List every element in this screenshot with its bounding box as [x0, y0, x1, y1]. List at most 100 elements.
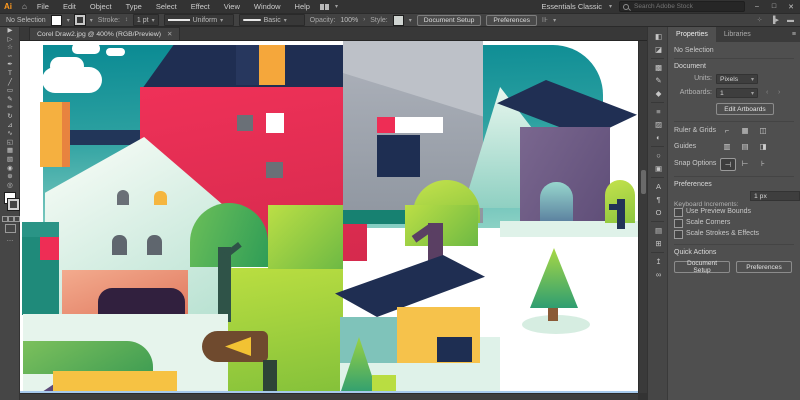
snap-to-pixel-icon[interactable]: ⊢: [738, 158, 752, 169]
pencil-tool[interactable]: ✏: [0, 104, 20, 113]
fill-color-swatch[interactable]: [51, 15, 62, 26]
close-button[interactable]: ✕: [786, 3, 796, 11]
style-swatch[interactable]: [393, 15, 404, 26]
links-panel-icon[interactable]: ∞: [648, 268, 669, 281]
stroke-indicator[interactable]: [8, 199, 19, 210]
tab-properties[interactable]: Properties: [668, 27, 716, 42]
color-panel-icon[interactable]: ◧: [648, 30, 669, 43]
selection-tool[interactable]: ▶: [0, 27, 20, 36]
edit-artboards-button[interactable]: Edit Artboards: [716, 103, 774, 115]
minimize-button[interactable]: –: [752, 3, 762, 10]
scale-corners-checkbox[interactable]: [674, 219, 683, 228]
screen-layout-icon[interactable]: ▐▸: [771, 16, 779, 24]
chevron-down-icon[interactable]: ▾: [67, 17, 70, 24]
transparency-panel-icon[interactable]: ◐: [648, 131, 669, 144]
pixel-grid-toggle-icon[interactable]: ◫: [756, 125, 770, 136]
gradient-panel-icon[interactable]: ▨: [648, 118, 669, 131]
maximize-button[interactable]: □: [769, 3, 779, 10]
scale-tool[interactable]: ⊿: [0, 122, 20, 131]
vertical-scrollbar[interactable]: [638, 41, 647, 393]
artboards-dropdown[interactable]: 1 ▾: [716, 88, 758, 98]
hand-tool[interactable]: ⊕: [0, 173, 20, 182]
chevron-down-icon[interactable]: ▾: [335, 3, 338, 10]
paintbrush-tool[interactable]: ✎: [0, 96, 20, 105]
line-segment-tool[interactable]: ╱: [0, 79, 20, 88]
snap-to-point-icon[interactable]: ⊦: [756, 158, 770, 169]
pen-tool[interactable]: ✒: [0, 61, 20, 70]
stepper-icon[interactable]: ↕: [125, 17, 128, 23]
stroke-panel-icon[interactable]: ≡: [648, 105, 669, 118]
menu-effect[interactable]: Effect: [187, 2, 214, 11]
ruler-toggle-icon[interactable]: ⌐: [720, 125, 734, 136]
arrange-docs-icon[interactable]: ⁘: [757, 16, 763, 24]
document-tab[interactable]: Corel Draw2.jpg @ 400% (RGB/Preview) ✕: [29, 27, 180, 40]
tab-libraries[interactable]: Libraries: [716, 27, 759, 42]
artboards-panel-icon[interactable]: ⊞: [648, 237, 669, 250]
keyboard-increments-input[interactable]: [750, 191, 800, 201]
lock-guides-icon[interactable]: ▤: [738, 141, 752, 152]
use-preview-bounds-checkbox[interactable]: [674, 208, 683, 217]
chevron-down-icon[interactable]: ▾: [409, 17, 412, 24]
menu-select[interactable]: Select: [152, 2, 181, 11]
opentype-panel-icon[interactable]: O: [648, 206, 669, 219]
arrange-documents-icon[interactable]: [320, 4, 329, 10]
search-input[interactable]: [632, 2, 726, 11]
edit-toolbar-button[interactable]: …: [0, 236, 20, 243]
chevron-right-icon[interactable]: ›: [363, 17, 365, 23]
symbols-panel-icon[interactable]: ◆: [648, 87, 669, 100]
screen-mode-icon[interactable]: [5, 224, 16, 233]
quick-document-setup-button[interactable]: Document Setup: [674, 261, 730, 273]
rotate-tool[interactable]: ↻: [0, 113, 20, 122]
menu-edit[interactable]: Edit: [59, 2, 80, 11]
variable-width-profile-dropdown[interactable]: Uniform ▾: [164, 14, 234, 26]
stroke-weight-field[interactable]: 1 pt ▾: [133, 14, 159, 26]
quick-preferences-button[interactable]: Preferences: [736, 261, 792, 273]
swatches-panel-icon[interactable]: ▩: [648, 61, 669, 74]
layers-panel-icon[interactable]: ▤: [648, 224, 669, 237]
zoom-tool[interactable]: ◎: [0, 182, 20, 191]
paragraph-panel-icon[interactable]: ¶: [648, 193, 669, 206]
stroke-color-swatch[interactable]: [75, 15, 85, 25]
rectangle-tool[interactable]: ▭: [0, 87, 20, 96]
chevron-down-icon[interactable]: ▾: [90, 17, 93, 24]
color-guide-panel-icon[interactable]: ◪: [648, 43, 669, 56]
opacity-value[interactable]: 100%: [340, 17, 358, 24]
brush-definition-dropdown[interactable]: Basic ▾: [239, 14, 305, 26]
chevron-down-icon[interactable]: ▾: [553, 17, 556, 24]
chevron-down-icon[interactable]: ▾: [609, 3, 612, 10]
snap-to-grid-icon[interactable]: ⊣: [720, 158, 736, 171]
menu-view[interactable]: View: [220, 2, 244, 11]
grid-toggle-icon[interactable]: ▦: [738, 125, 752, 136]
scale-strokes-effects-checkbox[interactable]: [674, 230, 683, 239]
type-tool[interactable]: T: [0, 70, 20, 79]
width-tool[interactable]: ∿: [0, 130, 20, 139]
show-guides-icon[interactable]: ▥: [720, 141, 734, 152]
graphic-styles-panel-icon[interactable]: ▣: [648, 162, 669, 175]
character-panel-icon[interactable]: A: [648, 180, 669, 193]
magic-wand-tool[interactable]: ☆: [0, 44, 20, 53]
menu-help[interactable]: Help: [291, 2, 314, 11]
panel-menu-icon[interactable]: ≡: [788, 27, 800, 42]
stock-search-box[interactable]: [619, 1, 745, 12]
home-icon[interactable]: ⌂: [22, 2, 27, 11]
scrollbar-thumb[interactable]: [641, 170, 646, 194]
shape-builder-tool[interactable]: ◱: [0, 139, 20, 148]
eyedropper-tool[interactable]: ◉: [0, 165, 20, 174]
menu-object[interactable]: Object: [86, 2, 116, 11]
asset-export-panel-icon[interactable]: ↥: [648, 255, 669, 268]
units-dropdown[interactable]: Pixels ▾: [716, 74, 758, 84]
appearance-panel-icon[interactable]: ○: [648, 149, 669, 162]
brushes-panel-icon[interactable]: ✎: [648, 74, 669, 87]
menu-file[interactable]: File: [33, 2, 53, 11]
panel-box-icon[interactable]: ▬: [787, 17, 794, 24]
gradient-tool[interactable]: ▧: [0, 156, 20, 165]
align-options-icon[interactable]: ⊪: [542, 16, 548, 24]
workspace-switcher[interactable]: Essentials Classic: [542, 2, 602, 11]
lasso-tool[interactable]: ∽: [0, 53, 20, 62]
direct-selection-tool[interactable]: ▷: [0, 36, 20, 45]
next-artboard-icon[interactable]: ›: [778, 89, 780, 96]
canvas-artboard[interactable]: [20, 41, 638, 393]
document-setup-button[interactable]: Document Setup: [417, 15, 482, 26]
preferences-button[interactable]: Preferences: [486, 15, 537, 26]
previous-artboard-icon[interactable]: ‹: [766, 89, 768, 96]
